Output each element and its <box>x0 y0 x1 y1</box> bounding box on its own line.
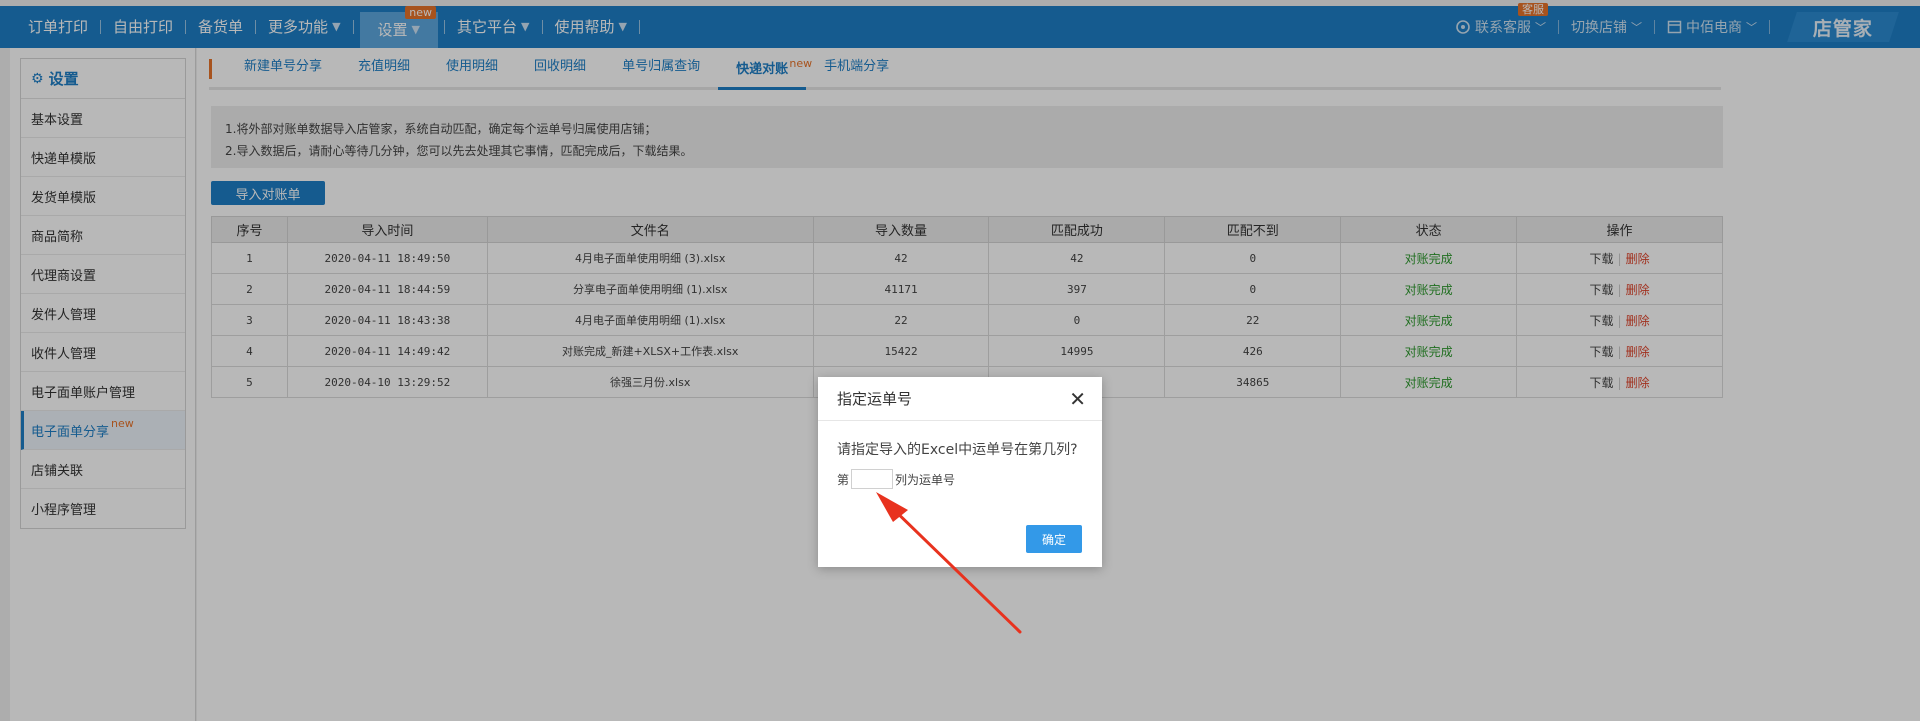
dialog-header: 指定运单号 ✕ <box>818 377 1102 421</box>
specify-waybill-dialog: 指定运单号 ✕ 请指定导入的Excel中运单号在第几列? 第 列为运单号 确定 <box>818 377 1102 567</box>
column-prefix: 第 <box>837 472 850 487</box>
dialog-question: 请指定导入的Excel中运单号在第几列? <box>837 442 1078 458</box>
modal-backdrop[interactable] <box>0 0 1920 721</box>
dialog-title: 指定运单号 <box>837 390 913 408</box>
column-input-row: 第 列为运单号 <box>837 469 955 489</box>
close-icon[interactable]: ✕ <box>1069 389 1086 409</box>
confirm-button[interactable]: 确定 <box>1026 525 1082 553</box>
column-suffix: 列为运单号 <box>895 472 956 487</box>
column-number-input[interactable] <box>851 469 894 489</box>
